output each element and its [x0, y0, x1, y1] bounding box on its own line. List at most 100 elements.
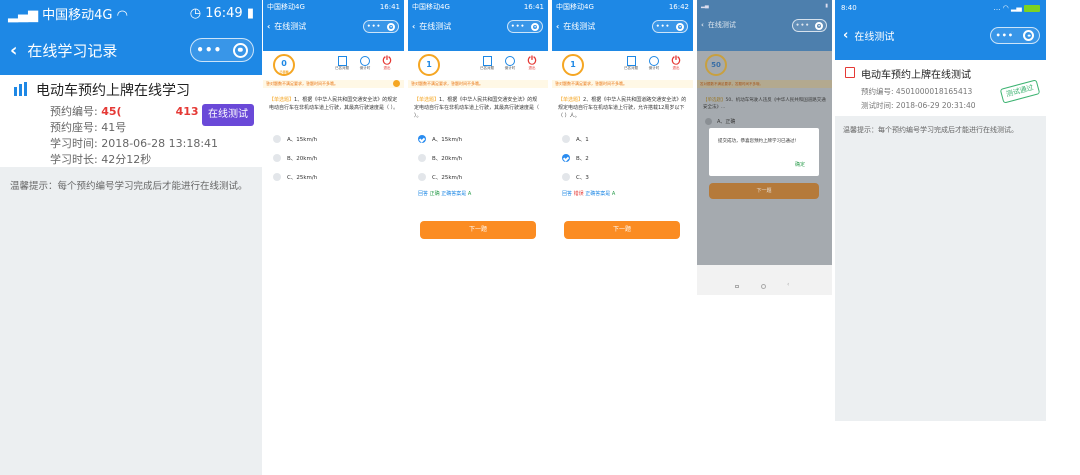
back-arrow-icon[interactable]: ‹: [412, 22, 415, 31]
panel-test-result: 8:40 … ◠ ▂▄ ‹ 在线测试 ••• 电动车预约上牌在线测试 预约编号:…: [835, 0, 1046, 421]
option-c[interactable]: C、3: [562, 173, 589, 181]
more-icon[interactable]: •••: [796, 22, 811, 29]
back-arrow-icon[interactable]: ‹: [701, 21, 704, 29]
row-study-time: 学习时间: 2018-06-28 13:18:41: [50, 137, 219, 150]
radio-checked-icon[interactable]: [418, 135, 426, 143]
alarm-icon: [649, 56, 659, 66]
success-dialog: 提交成功，恭喜您预约上牌学习已通过! 确定: [709, 128, 819, 176]
row-appointment-no: 预约编号: 45(413: [50, 105, 199, 118]
panel-test-q1-answered: 中国移动4G 16:41 ‹ 在线测试 ••• 1 已答对题 倒计时 ⏻ 退出 答…: [408, 0, 548, 262]
capsule-menu[interactable]: •••: [792, 19, 827, 32]
option-a[interactable]: A、正确: [705, 118, 735, 125]
answer-result: 回答 正确 正确答案是 A: [418, 191, 472, 197]
radio-icon[interactable]: [273, 173, 281, 181]
battery-icon: ▮: [246, 5, 254, 21]
dialog-ok-button[interactable]: 确定: [795, 161, 805, 168]
option-a[interactable]: A、1: [562, 135, 589, 143]
question-text: 【单选题】1、根据《中华人民共和国交通安全法》的规定电动自行车在非机动车道上行驶…: [414, 97, 540, 119]
option-a[interactable]: A、15km/h: [418, 135, 462, 143]
close-target-icon[interactable]: [531, 22, 540, 31]
radio-icon[interactable]: [562, 173, 570, 181]
close-target-icon[interactable]: [232, 42, 248, 58]
option-c[interactable]: C、25km/h: [273, 173, 317, 181]
status-right: ▮: [825, 3, 828, 9]
radio-icon[interactable]: [418, 154, 426, 162]
close-target-icon[interactable]: [1023, 30, 1035, 41]
tool-exit[interactable]: ⏻ 退出: [377, 55, 397, 71]
radio-icon[interactable]: [418, 173, 426, 181]
doc-icon: [626, 56, 636, 66]
course-icon: [14, 82, 30, 96]
row-seat-no: 预约座号: 41号: [50, 121, 127, 134]
capsule-menu[interactable]: •••: [990, 27, 1040, 44]
status-bar: ▂▄ ▮: [697, 0, 832, 12]
notice-bar: 答对题数不满足要求，答题时间不多哦。: [263, 80, 404, 88]
tool-exit[interactable]: ⏻ 退出: [666, 55, 686, 71]
back-arrow-icon[interactable]: ‹: [556, 22, 559, 31]
doc-icon: [482, 56, 492, 66]
panel-study-record: ▂▄▆ 中国移动4G ◠ ◷ 16:49 ▮ ‹ 在线学习记录 ••• 电动车预…: [0, 0, 262, 475]
radio-icon[interactable]: [273, 154, 281, 162]
online-test-button[interactable]: 在线测试: [202, 104, 254, 126]
status-left: ▂▄: [701, 3, 709, 9]
capsule-menu[interactable]: •••: [652, 20, 688, 33]
score-circle: 0 已答题: [273, 54, 295, 76]
tool-correct[interactable]: 已答对题: [331, 56, 353, 71]
option-a[interactable]: A、15km/h: [273, 135, 317, 143]
question-text: 【单选题】2、根据《中华人民共和国道路交通安全法》的规定电动自行车在机动车道上行…: [558, 97, 687, 119]
more-icon[interactable]: •••: [656, 23, 671, 30]
close-target-icon[interactable]: [387, 22, 396, 31]
back-arrow-icon[interactable]: ‹: [10, 40, 17, 61]
next-question-button[interactable]: 下一题: [564, 221, 680, 239]
tool-countdown[interactable]: 倒计时: [355, 56, 375, 71]
more-icon[interactable]: •••: [196, 43, 222, 57]
signal-icon: ▂▄▆: [8, 7, 43, 23]
next-question-button[interactable]: 下一题: [709, 183, 819, 199]
question-text: 【单选题】50、机动车驾驶人违反《中华人民共和国道路交通安全法》...: [703, 98, 826, 110]
tool-countdown[interactable]: 倒计时: [500, 56, 520, 71]
panel-submit-dialog: ▂▄ ▮ ‹ 在线测试 ••• 50 答对题数不满足要求，答题时间不多哦。 【单选…: [697, 0, 832, 295]
exam-doc-icon: [845, 67, 855, 78]
more-icon[interactable]: •••: [511, 23, 526, 30]
nav-home-icon[interactable]: [761, 284, 766, 289]
power-icon: ⏻: [527, 54, 537, 67]
radio-icon[interactable]: [562, 135, 570, 143]
row-study-duration: 学习时长: 42分12秒: [50, 153, 152, 166]
status-bar: 8:40 … ◠ ▂▄: [835, 0, 1046, 16]
option-b[interactable]: B、20km/h: [273, 154, 317, 162]
nav-recent-icon[interactable]: [735, 285, 739, 288]
score-circle: 1: [562, 54, 584, 76]
nav-title: 在线学习记录: [27, 41, 118, 60]
notice-bar: 答对题数不满足要求，答题时间不多哦。: [552, 80, 693, 88]
notice-warn-icon: [393, 80, 400, 87]
more-icon[interactable]: •••: [367, 23, 382, 30]
course-title: 电动车预约上牌在线学习: [36, 83, 190, 99]
power-icon: ⏻: [382, 54, 392, 67]
capsule-menu[interactable]: •••: [363, 20, 399, 33]
tool-exit[interactable]: ⏻ 退出: [522, 55, 542, 71]
capsule-menu[interactable]: •••: [507, 20, 543, 33]
tool-correct[interactable]: 已答对题: [620, 56, 642, 71]
tool-countdown[interactable]: 倒计时: [644, 56, 664, 71]
next-question-button[interactable]: 下一题: [420, 221, 536, 239]
close-target-icon[interactable]: [815, 21, 824, 30]
radio-icon[interactable]: [705, 118, 712, 125]
back-arrow-icon[interactable]: ‹: [267, 22, 270, 31]
tool-correct[interactable]: 已答对题: [476, 56, 498, 71]
back-arrow-icon[interactable]: ‹: [843, 28, 848, 43]
option-b[interactable]: B、2: [562, 154, 589, 162]
capsule-menu[interactable]: •••: [190, 38, 254, 62]
doc-icon: [337, 56, 347, 66]
score-circle: 50: [705, 54, 727, 76]
close-target-icon[interactable]: [676, 22, 685, 31]
alarm-icon: [505, 56, 515, 66]
status-bar: 中国移动4G 16:41: [267, 2, 400, 11]
radio-icon[interactable]: [273, 135, 281, 143]
status-time: ◷ 16:49 ▮: [189, 5, 254, 21]
nav-back-icon[interactable]: ‹: [787, 281, 789, 288]
option-c[interactable]: C、25km/h: [418, 173, 462, 181]
radio-checked-icon[interactable]: [562, 154, 570, 162]
power-icon: ⏻: [671, 54, 681, 67]
option-b[interactable]: B、20km/h: [418, 154, 462, 162]
more-icon[interactable]: •••: [996, 31, 1014, 40]
